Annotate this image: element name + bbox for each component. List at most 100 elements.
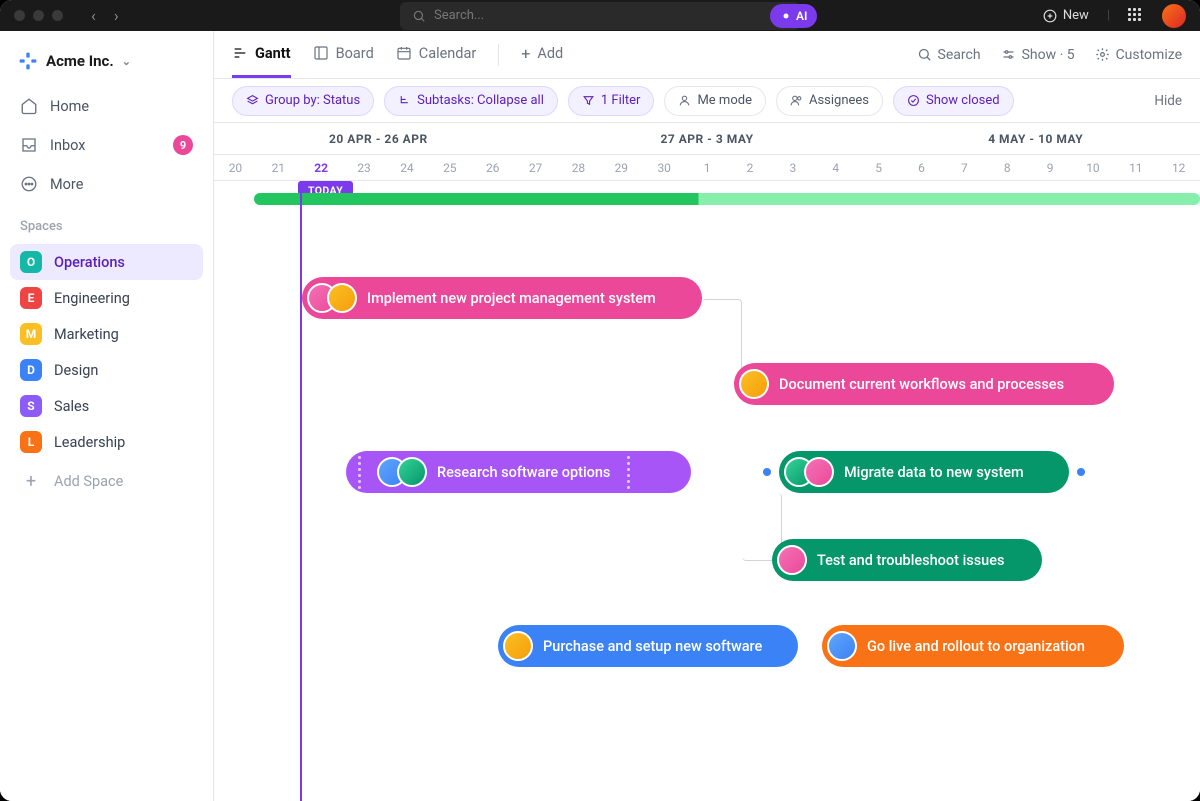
sidebar-space-sales[interactable]: SSales [10,388,203,424]
toolbar-show[interactable]: Show · 5 [1001,47,1075,63]
gantt-icon [232,45,248,61]
space-label: Sales [54,398,89,415]
connector [702,299,742,383]
space-label: Leadership [54,434,125,451]
search-icon [917,47,932,62]
apps-icon[interactable] [1128,8,1144,24]
dependency-dot[interactable] [1077,468,1085,476]
nav-inbox[interactable]: Inbox 9 [10,127,203,163]
space-label: Operations [54,254,125,271]
inbox-icon [20,136,38,154]
day-label: 29 [600,155,643,180]
day-label: 27 [514,155,557,180]
sidebar-space-design[interactable]: DDesign [10,352,203,388]
day-label: 1 [686,155,729,180]
sidebar-space-leadership[interactable]: L Leadership [10,424,203,460]
global-search[interactable]: Search... [400,2,800,30]
sliders-icon [1001,47,1016,62]
day-label: 21 [257,155,300,180]
more-icon [20,175,38,193]
workspace-switcher[interactable]: Acme Inc. ⌄ [10,45,203,77]
filter-me[interactable]: Me mode [664,86,766,116]
people-icon [790,94,803,107]
spaces-label: Spaces [10,205,203,240]
new-button[interactable]: New [1043,8,1089,23]
sidebar-space-marketing[interactable]: MMarketing [10,316,203,352]
avatar [739,369,769,399]
drag-handle-icon[interactable] [620,456,636,489]
home-icon [20,97,38,115]
workspace-logo-icon [18,51,38,71]
week-label: 20 APR - 26 APR [214,123,543,154]
task-label: Go live and rollout to organization [867,638,1085,655]
window-controls[interactable] [14,10,63,21]
task-label: Research software options [437,464,610,481]
toolbar-customize[interactable]: Customize [1095,47,1182,63]
gantt-task[interactable]: Document current workflows and processes [734,363,1114,405]
back-button[interactable]: ‹ [91,6,96,25]
filter-closed[interactable]: Show closed [893,86,1014,116]
day-label: 6 [900,155,943,180]
gantt-task[interactable]: Go live and rollout to organization [822,625,1124,667]
filter-count[interactable]: 1 Filter [568,86,655,116]
day-label: 4 [814,155,857,180]
task-avatars [307,283,357,313]
gantt-timeline[interactable]: 20 APR - 26 APR27 APR - 3 MAY4 MAY - 10 … [214,123,1200,801]
tab-add[interactable]: + Add [521,31,563,78]
board-icon [313,45,329,61]
check-circle-icon [907,94,920,107]
search-placeholder: Search... [434,8,484,23]
day-label: 30 [643,155,686,180]
tab-board[interactable]: Board [313,31,374,78]
space-badge: E [20,287,42,309]
gear-icon [1095,47,1110,62]
tab-gantt[interactable]: Gantt [232,31,291,78]
day-label: 22 [300,155,343,180]
sidebar-space-engineering[interactable]: EEngineering [10,280,203,316]
sparkle-icon [780,10,792,22]
plus-circle-icon [1043,9,1057,23]
user-avatar[interactable] [1162,4,1186,28]
layers-icon [246,94,259,107]
drag-handle-icon[interactable] [351,456,367,489]
nav-more[interactable]: More [10,167,203,201]
gantt-task[interactable]: Test and troubleshoot issues [772,539,1042,581]
day-label: 2 [729,155,772,180]
tab-calendar[interactable]: Calendar [396,31,477,78]
dependency-dot[interactable] [763,468,771,476]
person-icon [678,94,691,107]
gantt-task[interactable]: Implement new project management system [302,277,702,319]
summary-bar[interactable] [254,193,1200,205]
day-label: 28 [557,155,600,180]
avatar [327,283,357,313]
avatar [804,457,834,487]
task-avatars [377,457,427,487]
add-space-button[interactable]: + Add Space [10,464,203,499]
sidebar-space-operations[interactable]: OOperations [10,244,203,280]
gantt-task[interactable]: Purchase and setup new software [498,625,798,667]
task-avatars [784,457,834,487]
day-label: 5 [857,155,900,180]
filter-bar: Group by: Status Subtasks: Collapse all … [214,79,1200,123]
space-badge: L [20,431,42,453]
day-label: 25 [428,155,471,180]
nav-home[interactable]: Home [10,89,203,123]
chevron-down-icon: ⌄ [122,55,131,68]
task-avatars [503,631,533,661]
plus-icon: + [521,44,530,63]
hide-button[interactable]: Hide [1154,93,1182,109]
filter-group[interactable]: Group by: Status [232,86,374,116]
inbox-badge: 9 [173,135,193,155]
forward-button[interactable]: › [114,6,119,25]
toolbar-search[interactable]: Search [917,47,981,63]
gantt-task[interactable]: Research software options [346,451,691,493]
ai-badge[interactable]: AI [770,4,817,28]
gantt-task[interactable]: Migrate data to new system [779,451,1069,493]
filter-subtasks[interactable]: Subtasks: Collapse all [384,86,558,116]
task-label: Migrate data to new system [844,464,1024,481]
task-label: Implement new project management system [367,290,656,307]
task-avatars [777,545,807,575]
filter-assignees[interactable]: Assignees [776,86,883,116]
space-label: Marketing [54,326,119,343]
today-line [300,181,302,801]
